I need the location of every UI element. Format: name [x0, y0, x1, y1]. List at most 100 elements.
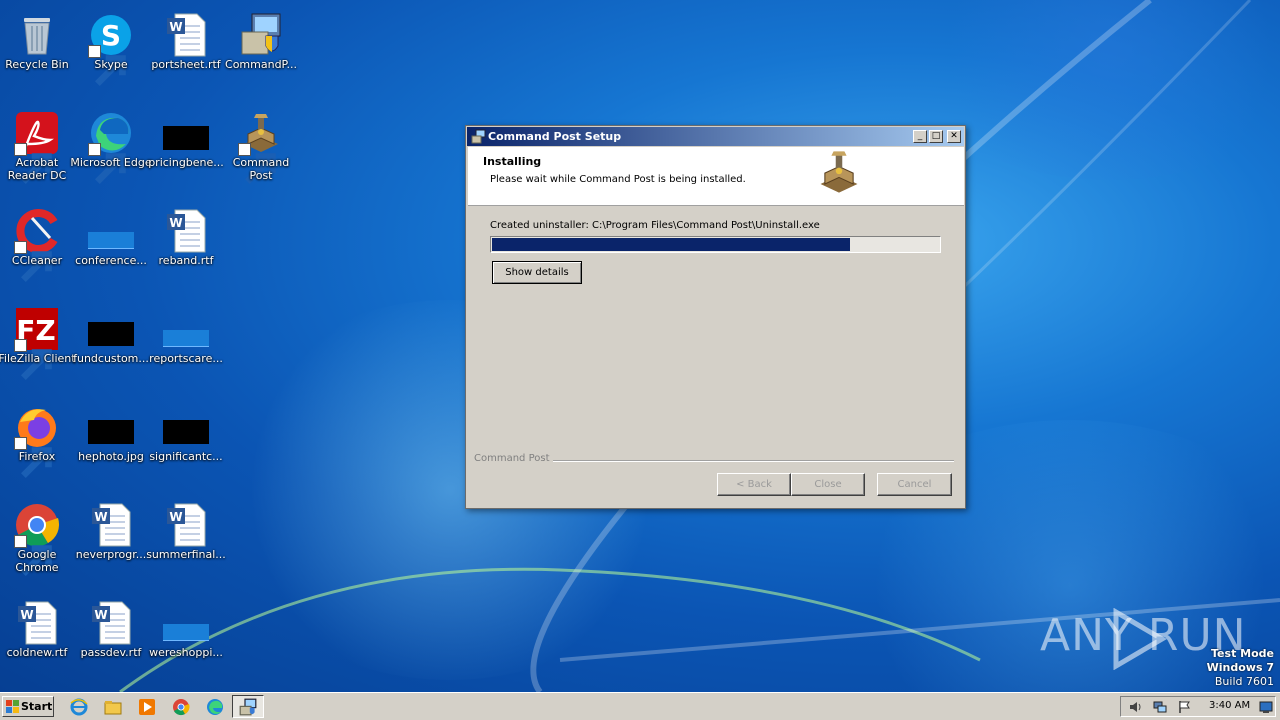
dialog-titlebar[interactable]: Command Post Setup _ □ ✕ [467, 127, 964, 146]
blue-thumbnail-icon [163, 306, 209, 352]
word-document-icon: W [88, 502, 134, 548]
word-document-icon: W [14, 600, 60, 646]
show-details-button[interactable]: Show details [492, 261, 582, 284]
action-center-flag-icon[interactable] [1177, 700, 1191, 714]
close-window-button[interactable]: ✕ [947, 130, 961, 143]
icon-label: coldnew.rtf [6, 646, 68, 659]
progress-fill [492, 238, 850, 251]
desktop-icon-significantc[interactable]: significantc... [149, 398, 223, 488]
minimize-button[interactable]: _ [913, 130, 927, 143]
word-document-icon: W [163, 12, 209, 58]
desktop-icon-ccleaner[interactable]: CCleaner [0, 202, 74, 292]
icon-label: portsheet.rtf [151, 58, 221, 71]
icon-label: conference... [75, 254, 147, 267]
acrobat-icon [14, 110, 60, 185]
skype-icon: S [88, 12, 134, 87]
icon-label: summerfinal... [146, 548, 226, 561]
windows-logo-icon [6, 700, 19, 713]
chrome-taskbar-icon[interactable] [172, 698, 190, 716]
desktop-icon-edge[interactable]: Microsoft Edge [70, 104, 152, 194]
blue-thumbnail-icon [88, 208, 134, 254]
install-progress-bar [490, 236, 941, 253]
cancel-button[interactable]: Cancel [877, 473, 952, 496]
desktop-icon-portsheet[interactable]: W portsheet.rtf [149, 6, 223, 96]
shortcut-arrow-icon [88, 45, 126, 87]
desktop-icon-acrobat[interactable]: Acrobat Reader DC [0, 104, 74, 194]
shortcut-arrow-icon [14, 437, 52, 479]
black-thumbnail-icon [88, 404, 134, 450]
shortcut-arrow-icon [88, 143, 126, 185]
test-mode-line: Test Mode [1211, 647, 1274, 660]
icon-label: passdev.rtf [80, 646, 142, 659]
svg-text:W: W [169, 20, 182, 34]
desktop-icon-coldnew[interactable]: W coldnew.rtf [0, 594, 74, 684]
network-icon[interactable] [1153, 700, 1167, 714]
desktop-icon-passdev[interactable]: W passdev.rtf [74, 594, 148, 684]
internet-explorer-icon[interactable] [70, 698, 88, 716]
ccleaner-icon [14, 208, 60, 283]
desktop-icon-conference[interactable]: conference... [74, 202, 148, 292]
desktop-icon-hephoto[interactable]: hephoto.jpg [74, 398, 148, 488]
desktop-icon-reportscare[interactable]: reportscare... [149, 300, 223, 390]
volume-icon[interactable] [1129, 700, 1143, 714]
icon-label: significantc... [149, 450, 223, 463]
desktop-icon-wereshoppi[interactable]: wereshoppi... [149, 594, 223, 684]
clock[interactable]: 3:40 AM [1209, 700, 1250, 711]
command-post-icon [238, 110, 284, 185]
shortcut-arrow-icon [14, 143, 52, 185]
desktop-icon-reband[interactable]: W reband.rtf [149, 202, 223, 292]
blue-thumbnail-icon [163, 600, 209, 646]
chrome-icon [14, 502, 60, 577]
svg-text:W: W [94, 608, 107, 622]
maximize-button[interactable]: □ [929, 130, 943, 143]
black-thumbnail-icon [163, 110, 209, 156]
desktop-icon-pricingbene[interactable]: pricingbene... [148, 104, 224, 194]
desktop-icon-filezilla[interactable]: FZ FileZilla Client [0, 300, 76, 390]
test-mode-text: Test Mode Windows 7 Build 7601 [1207, 647, 1274, 689]
shortcut-arrow-icon [14, 241, 52, 283]
desktop-icon-recycle-bin[interactable]: Recycle Bin [0, 6, 74, 96]
dialog-header: Installing Please wait while Command Pos… [468, 147, 964, 206]
close-button[interactable]: Close [791, 473, 865, 496]
svg-text:W: W [169, 216, 182, 230]
command-post-logo-icon [820, 151, 858, 193]
installer-icon [238, 12, 284, 58]
desktop-icon-chrome[interactable]: Google Chrome [0, 496, 74, 586]
icon-label: Skype [94, 58, 128, 71]
dialog-title: Command Post Setup [488, 130, 622, 143]
start-button[interactable]: Start [2, 696, 54, 717]
icon-label: FileZilla Client [0, 352, 76, 365]
show-desktop-icon[interactable] [1259, 700, 1273, 714]
windows-version-line: Windows 7 [1206, 661, 1274, 674]
icon-label: Acrobat Reader DC [7, 156, 67, 182]
command-post-setup-task[interactable] [232, 695, 264, 718]
icon-label: hephoto.jpg [78, 450, 144, 463]
branding-text: Command Post [474, 453, 553, 464]
desktop-icon-neverprogr[interactable]: W neverprogr... [74, 496, 148, 586]
icon-label: wereshoppi... [149, 646, 223, 659]
desktop-icon-skype[interactable]: S Skype [74, 6, 148, 96]
desktop: Recycle Bin S Skype W portsheet.rtf Comm… [0, 0, 1280, 692]
icon-label: CommandP... [225, 58, 297, 71]
media-player-icon[interactable] [138, 698, 156, 716]
build-line: Build 7601 [1214, 675, 1274, 688]
desktop-icon-firefox[interactable]: Firefox [0, 398, 74, 488]
file-explorer-icon[interactable] [104, 698, 122, 716]
shortcut-arrow-icon [14, 339, 52, 381]
desktop-icon-fundcustom[interactable]: fundcustom... [73, 300, 149, 390]
word-document-icon: W [163, 208, 209, 254]
desktop-icon-commandp[interactable]: CommandP... [224, 6, 298, 96]
icon-label: Microsoft Edge [70, 156, 152, 169]
icon-label: neverprogr... [75, 548, 147, 561]
icon-label: Google Chrome [15, 548, 59, 574]
desktop-icon-summerfinal[interactable]: W summerfinal... [146, 496, 226, 586]
firefox-icon [14, 404, 60, 479]
black-thumbnail-icon [88, 306, 134, 352]
icon-label: reband.rtf [158, 254, 214, 267]
header-subtitle: Please wait while Command Post is being … [490, 174, 746, 185]
svg-text:W: W [169, 510, 182, 524]
icon-label: Firefox [18, 450, 56, 463]
edge-taskbar-icon[interactable] [206, 698, 224, 716]
desktop-icon-command-post[interactable]: Command Post [224, 104, 298, 194]
back-button[interactable]: < Back [717, 473, 791, 496]
